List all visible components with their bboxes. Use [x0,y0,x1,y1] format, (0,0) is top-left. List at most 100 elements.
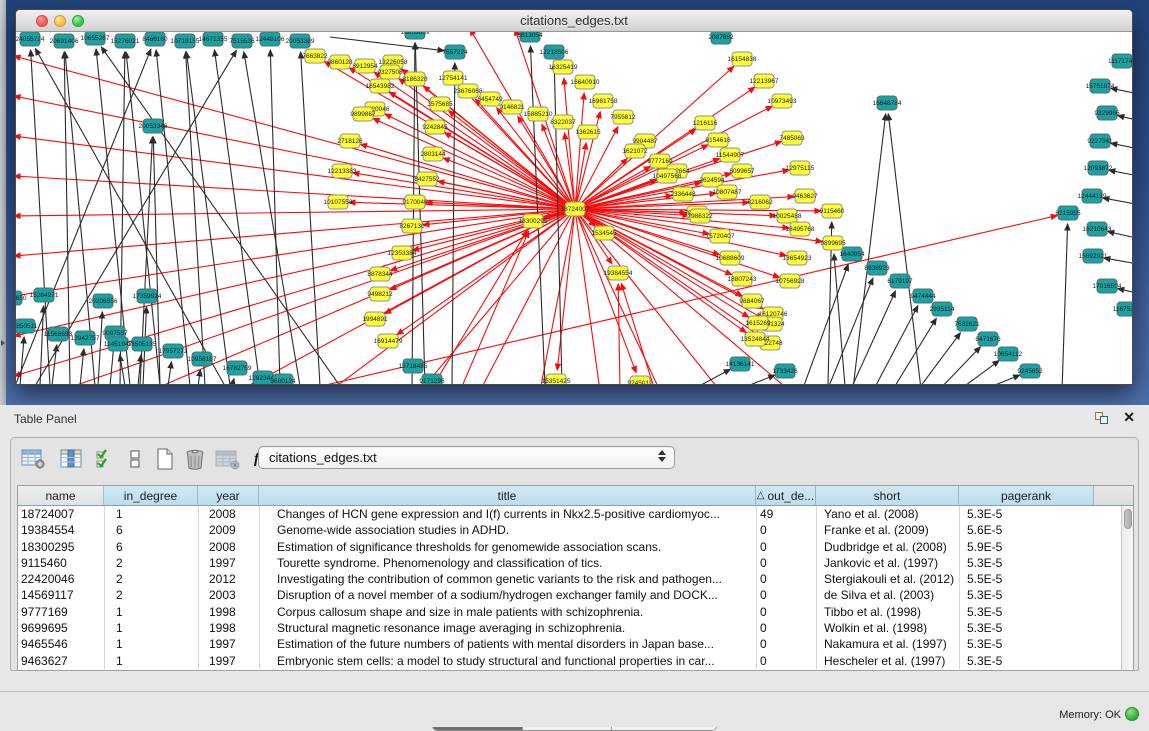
panel-collapse-arrow-icon[interactable] [1,340,5,346]
network-node-label: 9899695 [820,240,846,247]
table-row[interactable]: 1830029562008Estimation of significance … [18,539,1133,555]
network-node-label: 1621072 [622,148,648,155]
row-height-button[interactable] [129,444,141,474]
cell-title: Tourette syndrome. Phenomenology and cla… [259,555,756,571]
network-node-label: 10025488 [773,213,802,220]
table-selector-value: citations_edges.txt [269,450,377,465]
table-selector[interactable]: citations_edges.txt [258,446,675,469]
network-node-label: 10958187 [188,356,217,363]
network-node-label: 1362615 [575,129,601,136]
citation-edge-black [850,291,895,384]
column-header-title[interactable]: title [259,486,756,506]
network-node-label: 9327508 [377,69,403,76]
table-options-button[interactable] [21,444,47,474]
new-document-icon [155,447,175,471]
create-column-button[interactable] [155,444,175,474]
citation-edge-black [186,52,230,384]
column-header-in_degree[interactable]: in_degree [104,486,198,506]
column-header-pagerank[interactable]: pagerank [959,486,1094,506]
memory-status-label: Memory: OK [1059,709,1121,721]
table-row[interactable]: 1456911722003Disruption of a novel membe… [18,587,1133,603]
table-row[interactable]: 911546021997Tourette syndrome. Phenomeno… [18,555,1133,571]
column-grid-line [259,506,260,669]
scrollbar-thumb[interactable] [1124,509,1132,529]
table-row[interactable]: 946362711997Embryonic stem cells: a mode… [18,653,1133,669]
table-container: f(x) citations_edges.txt namein_degree ye… [10,437,1139,671]
status-bar: Memory: OK [0,692,1149,727]
column-header-out_de[interactable]: △out_de... [756,486,816,506]
table-row[interactable]: 977716911998Corpus callosum shape and si… [18,604,1133,620]
network-node-label: 12448106 [256,36,285,43]
citation-edge-black [938,347,980,384]
network-node-label: 13524844 [741,336,770,343]
cell-short: Nakamura et al. (1997) [816,636,959,652]
citation-edge-black [1111,143,1132,151]
show-column-button[interactable] [59,444,83,474]
cell-short: Hescheler et al. (1997) [816,653,959,669]
float-window-icon[interactable] [1095,412,1109,425]
network-node-label: 14136141 [726,361,755,368]
cell-pagerank: 5.6E-5 [959,522,1094,538]
network-node-label: 7663822 [302,53,328,60]
cell-pagerank: 5.3E-5 [959,555,1094,571]
network-node-label: 19384554 [604,270,633,277]
network-node-label: 15276021 [111,38,140,45]
select-columns-button[interactable] [95,444,115,474]
column-header-label: title [498,489,517,503]
network-node-label: 7557224 [442,49,468,56]
cell-short: Dudbridge et al. (2008) [816,539,959,555]
table-scrollbar[interactable] [1121,506,1133,670]
network-window-titlebar[interactable]: citations_edges.txt [16,10,1132,32]
network-node-label: 17016504 [1093,283,1122,290]
column-header-short[interactable]: short [816,486,959,506]
citation-edge-red [430,230,527,384]
citation-edge-black [168,362,171,384]
table-row[interactable]: 2242004622012Investigating the contribut… [18,571,1133,587]
close-panel-icon[interactable]: ✕ [1123,409,1135,426]
network-svg: 2405572420691406106552871527602184661601… [16,32,1132,384]
table-row[interactable]: 969969511998Structural magnetic resonanc… [18,620,1133,636]
cell-short: Yano et al. (2008) [816,506,959,522]
cell-in_degree: 1 [104,620,198,636]
column-grid-line [198,506,199,669]
network-node-label: 16782759 [223,365,252,372]
network-node-label: 6216062 [747,199,773,206]
table-row[interactable]: 1938455462009Genome-wide association stu… [18,522,1133,538]
cell-name: 9115460 [18,555,104,571]
citation-edge-red [444,133,575,209]
cell-pagerank: 5.5E-5 [959,571,1094,587]
table-row[interactable]: 1872400712008Changes of HCN gene express… [18,506,1133,522]
cell-in_degree: 2 [104,555,198,571]
cell-short: de Silva et al. (2003) [816,587,959,603]
table-panel: Table Panel ✕ [0,405,1149,727]
delete-column-button[interactable] [184,444,206,474]
citation-edge-black [802,264,848,384]
citation-edge-black [873,306,918,384]
network-window: citations_edges.txt 24055724206914061065… [15,9,1133,385]
cell-in_degree: 6 [104,522,198,538]
select-arrows-icon [658,450,666,462]
network-canvas[interactable]: 2405572420691406106552871527602184661601… [16,32,1132,384]
table-toolbar: f(x) citations_edges.txt [11,438,1138,480]
citation-edge-black [98,312,102,384]
citation-edge-black [232,379,234,384]
table-row[interactable]: 946554611997Estimation of the future num… [18,636,1133,652]
table-column-icon [59,448,83,470]
citation-edge-black [80,349,84,384]
cell-name: 22420046 [18,571,104,587]
column-header-year[interactable]: year [198,486,259,506]
network-node-label: 8267130 [399,223,425,230]
cell-out_de: 49 [756,506,816,522]
citation-edge-red [16,209,575,296]
cell-year: 2012 [198,571,259,587]
network-node-label: 2935114 [930,306,955,313]
network-node-label: 12213967 [750,78,779,85]
column-header-name[interactable]: name [18,486,104,506]
citation-edge-black [827,278,873,384]
delete-table-button[interactable] [215,444,241,474]
citation-edge-black [980,375,1020,384]
network-node-label: 18300295 [519,218,548,225]
network-node-label: 9860128 [327,59,353,66]
column-header-label: year [216,489,239,503]
cell-in_degree: 2 [104,587,198,603]
